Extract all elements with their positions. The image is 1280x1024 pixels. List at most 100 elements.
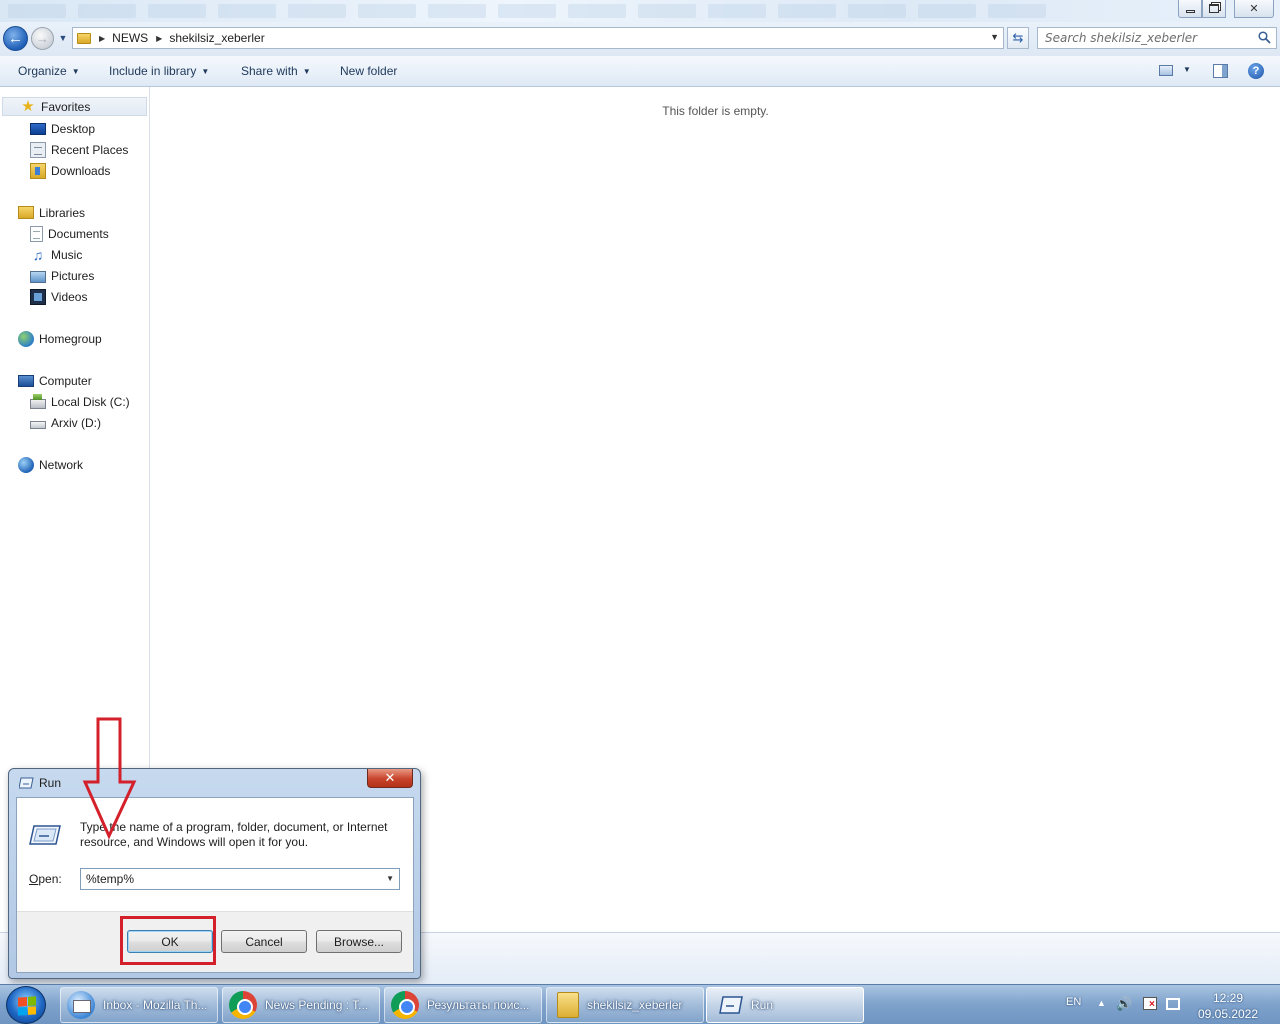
action-center-icon[interactable] xyxy=(1143,997,1157,1010)
recent-places-icon xyxy=(30,141,46,158)
maximize-button[interactable] xyxy=(1202,0,1226,18)
minimize-button[interactable] xyxy=(1178,0,1202,18)
homegroup-icon xyxy=(18,330,34,347)
command-bar: Organize ▼ Include in library ▼ Share with… xyxy=(0,56,1280,87)
breadcrumb-separator-icon[interactable]: ▶ xyxy=(99,34,105,43)
nav-label: Pictures xyxy=(51,268,95,283)
open-label-text: pen: xyxy=(38,872,62,886)
open-input[interactable] xyxy=(86,870,376,888)
breadcrumb-current-folder[interactable]: shekilsiz_xeberler xyxy=(169,31,264,45)
nav-label: Desktop xyxy=(51,121,96,136)
help-icon[interactable]: ? xyxy=(1248,63,1264,79)
organize-label: Organize xyxy=(18,64,67,78)
nav-label: Arxiv (D:) xyxy=(51,415,101,430)
breadcrumb-news[interactable]: NEWS xyxy=(112,31,148,45)
minimize-icon xyxy=(1185,10,1195,13)
chevron-down-icon: ▼ xyxy=(201,67,210,76)
start-button[interactable] xyxy=(6,986,46,1024)
taskbar-item-label: Результаты поис... xyxy=(427,998,530,1012)
chrome-icon xyxy=(391,991,419,1019)
clock-time: 12:29 xyxy=(1212,991,1244,1005)
ok-button[interactable]: OK xyxy=(127,930,213,953)
organize-menu[interactable]: Organize ▼ xyxy=(18,64,80,78)
background-window-blur xyxy=(8,4,1046,18)
taskbar-item-run[interactable]: Run xyxy=(706,987,864,1023)
breadcrumb-separator-icon[interactable]: ▶ xyxy=(156,34,162,43)
close-icon: ✕ xyxy=(1249,3,1259,15)
back-button[interactable]: ← xyxy=(3,26,28,51)
folder-icon xyxy=(77,32,91,44)
network-tray-icon[interactable] xyxy=(1166,998,1180,1010)
search-input[interactable] xyxy=(1045,28,1255,48)
run-close-button[interactable]: ✕ xyxy=(367,769,413,788)
refresh-button[interactable]: ⇆ xyxy=(1007,27,1029,49)
nav-videos[interactable]: Videos xyxy=(30,287,87,306)
open-label-accelerator: O xyxy=(29,872,39,886)
view-options-chevron-icon[interactable]: ▼ xyxy=(1183,65,1191,74)
nav-favorites[interactable]: ★ Favorites xyxy=(2,97,147,116)
taskbar-item-explorer[interactable]: shekilsiz_xeberler xyxy=(546,987,704,1023)
new-folder-button[interactable]: New folder xyxy=(340,64,397,78)
run-icon xyxy=(19,777,34,789)
nav-pictures[interactable]: Pictures xyxy=(30,266,94,285)
include-in-library-menu[interactable]: Include in library ▼ xyxy=(109,64,209,78)
taskbar-item-thunderbird[interactable]: Inbox - Mozilla Th... xyxy=(60,987,218,1023)
change-view-icon[interactable] xyxy=(1159,65,1173,76)
show-hidden-icons-icon[interactable]: ▲ xyxy=(1097,998,1106,1008)
open-combobox[interactable]: ▼ xyxy=(80,868,400,890)
music-note-icon: ♫ xyxy=(32,246,44,263)
taskbar-item-chrome-news[interactable]: News Pending : T... xyxy=(222,987,380,1023)
nav-documents[interactable]: Documents xyxy=(30,224,109,243)
address-bar[interactable]: ▶ NEWS ▶ shekilsiz_xeberler ▼ xyxy=(72,27,1004,49)
network-icon xyxy=(18,456,34,473)
thunderbird-icon xyxy=(67,991,95,1019)
run-dialog-footer: OK Cancel Browse... xyxy=(17,911,413,972)
windows-logo-icon xyxy=(18,996,36,1016)
share-with-label: Share with xyxy=(241,64,298,78)
search-icon[interactable] xyxy=(1258,31,1271,44)
window-title-bar: ✕ xyxy=(0,0,1280,22)
recent-pages-dropdown[interactable]: ▼ xyxy=(57,30,69,46)
nav-computer[interactable]: Computer xyxy=(18,371,92,390)
forward-button[interactable]: → xyxy=(31,27,54,50)
star-icon: ★ xyxy=(21,97,35,115)
taskbar-item-label: News Pending : T... xyxy=(265,998,369,1012)
nav-music[interactable]: ♫ Music xyxy=(30,245,83,264)
nav-downloads[interactable]: Downloads xyxy=(30,161,110,180)
clock[interactable]: 12:29 09.05.2022 xyxy=(1190,990,1266,1022)
nav-homegroup[interactable]: Homegroup xyxy=(18,329,102,348)
nav-network[interactable]: Network xyxy=(18,455,83,474)
close-window-button[interactable]: ✕ xyxy=(1234,0,1274,18)
chevron-down-icon: ▼ xyxy=(58,33,68,43)
share-with-menu[interactable]: Share with ▼ xyxy=(241,64,311,78)
close-icon: ✕ xyxy=(384,770,396,785)
arrow-right-icon: → xyxy=(36,31,49,46)
run-program-icon xyxy=(29,825,61,845)
drive-icon xyxy=(30,421,46,429)
nav-label: Videos xyxy=(51,289,88,304)
chrome-icon xyxy=(229,991,257,1019)
browse-button[interactable]: Browse... xyxy=(316,930,402,953)
language-indicator[interactable]: EN xyxy=(1066,996,1081,1008)
documents-icon xyxy=(30,225,43,242)
chevron-down-icon[interactable]: ▼ xyxy=(386,874,394,883)
computer-icon xyxy=(18,375,34,387)
volume-icon[interactable]: 🔊 xyxy=(1116,996,1132,1012)
nav-arxiv-d[interactable]: Arxiv (D:) xyxy=(30,413,101,432)
nav-libraries[interactable]: Libraries xyxy=(18,203,85,222)
nav-desktop[interactable]: Desktop xyxy=(30,119,95,138)
address-dropdown-icon[interactable]: ▼ xyxy=(990,32,999,42)
nav-local-disk-c[interactable]: Local Disk (C:) xyxy=(30,392,130,411)
cancel-button[interactable]: Cancel xyxy=(221,930,307,953)
address-row: ← → ▼ ▶ NEWS ▶ shekilsiz_xeberler ▼ ⇆ xyxy=(0,22,1280,56)
downloads-folder-icon xyxy=(30,162,46,179)
refresh-icon: ⇆ xyxy=(1012,30,1024,45)
taskbar-item-chrome-search[interactable]: Результаты поис... xyxy=(384,987,542,1023)
preview-pane-icon[interactable] xyxy=(1213,64,1228,78)
run-dialog-body: Type the name of a program, folder, docu… xyxy=(16,797,414,973)
chevron-down-icon: ▼ xyxy=(71,67,80,76)
search-box[interactable] xyxy=(1037,27,1277,49)
nav-label: Favorites xyxy=(41,99,91,114)
libraries-icon xyxy=(18,206,34,219)
nav-recent-places[interactable]: Recent Places xyxy=(30,140,128,159)
